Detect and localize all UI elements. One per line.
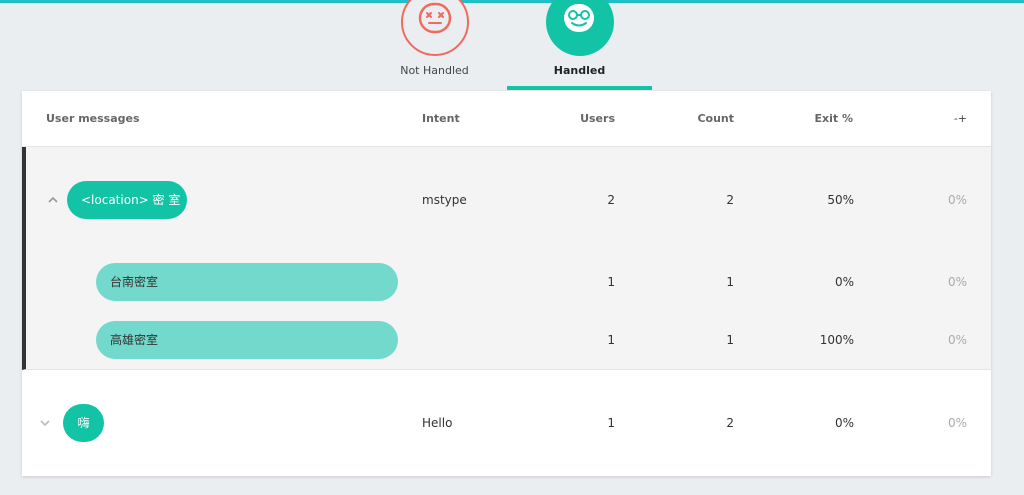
table-header: User messages Intent Users Count Exit % … [22, 91, 991, 147]
users-cell: 1 [607, 416, 615, 430]
message-pill[interactable]: 嗨 [63, 404, 104, 442]
intent-cell[interactable]: mstype [422, 193, 467, 207]
message-pill[interactable]: 高雄密室 [96, 321, 398, 359]
col-header-exit[interactable]: Exit % [815, 112, 854, 125]
col-header-count[interactable]: Count [697, 112, 734, 125]
last-cell: 0% [947, 416, 967, 430]
last-cell: 0% [947, 193, 967, 207]
count-cell: 1 [726, 333, 734, 347]
last-cell: 0% [947, 333, 967, 347]
users-cell: 1 [607, 333, 615, 347]
exit-cell: 100% [819, 333, 854, 347]
tab-label: Handled [553, 64, 606, 77]
table-row[interactable]: <location> 密 室 mstype 2 2 50% 0% [26, 181, 991, 221]
tab-not-handled[interactable]: Not Handled [362, 0, 507, 90]
messages-table: User messages Intent Users Count Exit % … [22, 91, 991, 476]
dead-face-icon [400, 0, 469, 56]
count-cell: 2 [726, 193, 734, 207]
table-row-child[interactable]: 台南密室 1 1 0% 0% [26, 263, 991, 303]
col-header-users[interactable]: Users [580, 112, 615, 125]
chevron-down-icon[interactable] [38, 416, 52, 430]
tab-label: Not Handled [400, 64, 469, 77]
expand-collapse-icon[interactable]: -+ [954, 112, 967, 125]
active-tab-indicator [507, 86, 652, 90]
col-header-messages[interactable]: User messages [46, 112, 140, 125]
users-cell: 1 [607, 275, 615, 289]
count-cell: 1 [726, 275, 734, 289]
count-cell: 2 [726, 416, 734, 430]
table-group-collapsed: 嗨 Hello 1 2 0% 0% [22, 371, 991, 476]
table-row[interactable]: 嗨 Hello 1 2 0% 0% [22, 404, 991, 444]
table-group-expanded: <location> 密 室 mstype 2 2 50% 0% 台南密室 1 … [22, 147, 991, 370]
chevron-up-icon[interactable] [46, 193, 60, 207]
intent-cell[interactable]: Hello [422, 416, 452, 430]
message-pill[interactable]: 台南密室 [96, 263, 398, 301]
table-row-child[interactable]: 高雄密室 1 1 100% 0% [26, 321, 991, 361]
tab-handled[interactable]: Handled [507, 0, 652, 90]
col-header-intent[interactable]: Intent [422, 112, 460, 125]
glasses-face-icon [545, 0, 614, 56]
users-cell: 2 [607, 193, 615, 207]
message-pill[interactable]: <location> 密 室 [67, 181, 187, 219]
last-cell: 0% [947, 275, 967, 289]
exit-cell: 0% [834, 275, 854, 289]
exit-cell: 50% [827, 193, 854, 207]
exit-cell: 0% [834, 416, 854, 430]
